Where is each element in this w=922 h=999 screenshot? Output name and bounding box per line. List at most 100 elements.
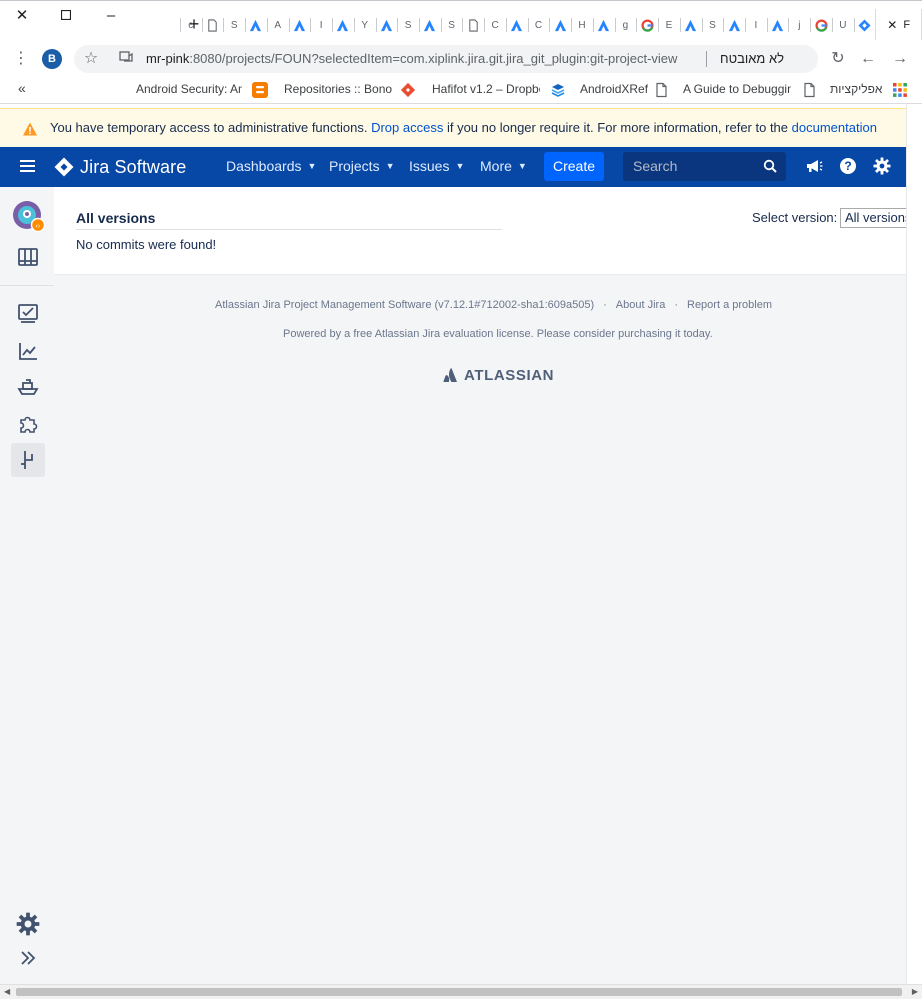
- browser-tab[interactable]: [418, 9, 441, 41]
- browser-tab[interactable]: [201, 9, 224, 41]
- browser-tab[interactable]: S: [701, 9, 724, 41]
- browser-tab[interactable]: Y: [353, 9, 376, 41]
- tab-close-icon[interactable]: ✕: [887, 18, 897, 32]
- browser-tab[interactable]: A: [266, 9, 289, 41]
- window-minimize-icon[interactable]: –: [98, 5, 124, 27]
- issues-monitor-icon[interactable]: [17, 303, 39, 325]
- project-avatar[interactable]: ‹›: [12, 200, 46, 234]
- window-close-icon[interactable]: ✕: [9, 5, 35, 27]
- browser-tab[interactable]: H: [571, 9, 593, 41]
- tab-active[interactable]: ✕ F: [875, 9, 922, 41]
- page-title: All versions: [76, 210, 156, 226]
- browser-tab[interactable]: c: [179, 9, 202, 41]
- address-bar[interactable]: ☆ mr-pink:8080/projects/FOUN?selectedIte…: [74, 45, 818, 73]
- browser-tab[interactable]: [853, 9, 876, 41]
- scroll-left-arrow-icon[interactable]: ◀: [4, 987, 10, 996]
- apps-grid-icon[interactable]: [892, 82, 908, 98]
- browser-tab[interactable]: [288, 9, 311, 41]
- browser-tab[interactable]: S: [223, 9, 245, 41]
- browser-tab[interactable]: C: [484, 9, 506, 41]
- profile-avatar[interactable]: B: [42, 49, 62, 69]
- browser-tab[interactable]: I: [745, 9, 767, 41]
- nav-more[interactable]: More ▼: [480, 158, 527, 174]
- nav-projects[interactable]: Projects ▼: [329, 158, 395, 174]
- about-jira-link[interactable]: About Jira: [616, 299, 666, 311]
- nav-issues-label: Issues: [409, 158, 450, 174]
- browser-tab[interactable]: C: [527, 9, 550, 41]
- settings-gear-icon[interactable]: [873, 157, 891, 175]
- bookmark-repositories[interactable]: Repositories :: Bonob: [284, 82, 392, 96]
- bookmarks-overflow-button[interactable]: «: [18, 80, 26, 96]
- chevron-down-icon: ▼: [517, 161, 527, 171]
- browser-tab[interactable]: U: [831, 9, 854, 41]
- browser-tab[interactable]: [549, 9, 571, 41]
- drop-access-link[interactable]: Drop access: [371, 120, 443, 135]
- bookmark-apps[interactable]: אפליקציות: [830, 82, 882, 96]
- browser-tab[interactable]: g: [614, 9, 637, 41]
- browser-tab[interactable]: [592, 9, 615, 41]
- nav-issues[interactable]: Issues ▼: [409, 158, 464, 174]
- tab-title: A: [274, 19, 282, 31]
- bookmark-android-security[interactable]: Android Security: An: [136, 82, 242, 96]
- back-arrow-icon[interactable]: ←: [858, 49, 878, 69]
- create-button[interactable]: Create: [544, 152, 604, 181]
- title-divider: [76, 229, 502, 230]
- bookmark-star-icon[interactable]: ☆: [81, 49, 101, 69]
- browser-tab[interactable]: [636, 9, 658, 41]
- window-maximize-icon[interactable]: [53, 5, 79, 27]
- scrollbar-thumb[interactable]: [16, 988, 902, 996]
- megaphone-icon[interactable]: [805, 157, 823, 175]
- version-select[interactable]: All versions: [840, 208, 910, 228]
- menu-kebab-icon[interactable]: ⋮: [11, 49, 31, 69]
- browser-tab[interactable]: [462, 9, 484, 41]
- project-settings-gear-icon[interactable]: [16, 912, 40, 936]
- page-icon: [206, 18, 219, 32]
- forward-arrow-icon[interactable]: →: [890, 49, 910, 69]
- report-problem-link[interactable]: Report a problem: [687, 299, 772, 311]
- browser-tab[interactable]: j: [788, 9, 810, 41]
- scroll-right-arrow-icon[interactable]: ▶: [912, 987, 918, 996]
- browser-tab[interactable]: [375, 9, 398, 41]
- warning-icon: [23, 122, 37, 136]
- browser-tab[interactable]: [810, 9, 832, 41]
- reload-icon[interactable]: ↻: [828, 49, 848, 69]
- browser-tab[interactable]: [505, 9, 528, 41]
- browser-tab[interactable]: S: [397, 9, 419, 41]
- chevron-down-icon: ▼: [385, 161, 395, 171]
- browser-tab[interactable]: [245, 9, 267, 41]
- browser-tab-strip: ✕ – + ✕ F Uj I S Eg H C C S S Y I A Sc: [0, 0, 922, 41]
- hamburger-menu-icon[interactable]: [20, 159, 36, 173]
- atlassian-icon: [684, 19, 697, 32]
- search-input[interactable]: Search: [623, 152, 786, 181]
- bookmark-androidxref[interactable]: AndroidXRef: [580, 82, 648, 96]
- tab-title: U: [839, 19, 847, 31]
- bookmark-hafifot[interactable]: Hafifot v1.2 – Dropbo: [432, 82, 540, 96]
- browser-tab[interactable]: [766, 9, 789, 41]
- reports-graph-icon[interactable]: [17, 340, 39, 362]
- site-info-icon[interactable]: [116, 49, 136, 69]
- jira-diamond-icon: [54, 157, 74, 177]
- board-icon[interactable]: [17, 246, 39, 268]
- google-icon: [641, 18, 654, 32]
- bookmark-guide-to-debugging[interactable]: A Guide to Debuggin: [683, 82, 791, 96]
- atlassian-logo[interactable]: ATLASSIAN: [443, 367, 554, 384]
- browser-tab[interactable]: S: [440, 9, 463, 41]
- browser-tab[interactable]: E: [658, 9, 680, 41]
- browser-tab[interactable]: [679, 9, 702, 41]
- horizontal-scrollbar[interactable]: ◀ ▶: [0, 984, 922, 999]
- browser-tab[interactable]: [723, 9, 745, 41]
- git-icon: [400, 82, 416, 98]
- nav-dashboards[interactable]: Dashboards ▼: [226, 158, 316, 174]
- page-icon: [656, 82, 667, 98]
- addons-puzzle-icon[interactable]: [17, 413, 39, 435]
- git-branch-icon[interactable]: [17, 449, 39, 471]
- browser-tab[interactable]: [332, 9, 354, 41]
- jira-icon: [858, 18, 871, 32]
- expand-sidebar-icon[interactable]: [17, 947, 39, 969]
- tab-title: H: [578, 19, 586, 31]
- browser-tab[interactable]: I: [310, 9, 332, 41]
- releases-ship-icon[interactable]: [17, 376, 39, 398]
- jira-logo[interactable]: Jira Software: [54, 155, 186, 179]
- help-icon[interactable]: ?: [839, 157, 857, 175]
- documentation-link[interactable]: documentation: [792, 120, 877, 135]
